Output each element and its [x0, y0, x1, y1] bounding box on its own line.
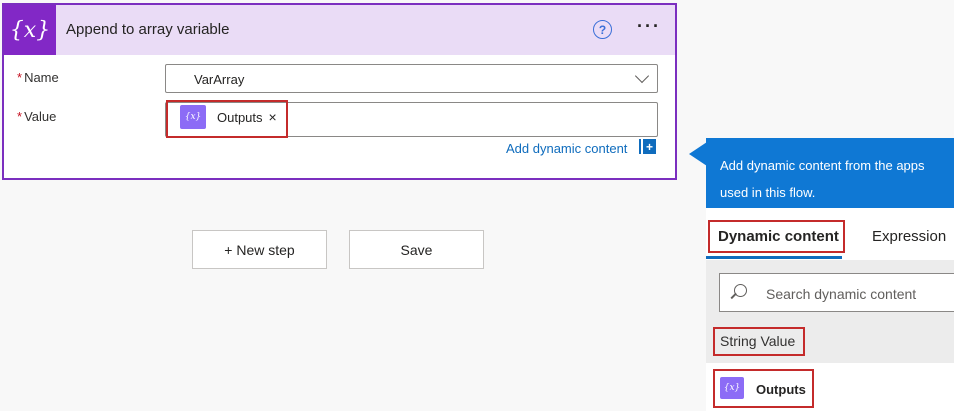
save-button[interactable]: Save — [349, 230, 484, 269]
panel-header-line1: Add dynamic content from the apps — [720, 158, 925, 173]
name-dropdown[interactable]: VarArray — [165, 64, 658, 93]
highlight-string-value — [713, 327, 805, 356]
active-tab-indicator — [706, 256, 842, 259]
card-title: Append to array variable — [66, 21, 230, 38]
highlight-outputs-token — [166, 100, 288, 138]
add-dynamic-content-icon[interactable]: + — [641, 139, 656, 154]
add-dynamic-content-link[interactable]: Add dynamic content — [506, 141, 627, 156]
card-header[interactable]: {x} Append to array variable ? ··· — [4, 5, 675, 55]
chevron-down-icon[interactable] — [634, 68, 650, 84]
name-label-text: Name — [24, 70, 59, 85]
name-value: VarArray — [194, 72, 245, 87]
panel-pointer — [689, 142, 707, 166]
highlight-dynamic-tab — [708, 220, 845, 253]
variable-icon: {x} — [4, 5, 56, 55]
more-options-icon[interactable]: ··· — [637, 16, 661, 37]
highlight-outputs-item — [713, 369, 814, 408]
dynamic-content-panel-header: Add dynamic content from the apps used i… — [706, 138, 954, 208]
panel-header-line2: used in this flow. — [720, 185, 816, 200]
name-field-label: * Name — [17, 70, 59, 85]
required-mark: * — [17, 70, 23, 85]
value-field-label: * Value — [17, 109, 56, 124]
new-step-button[interactable]: + New step — [192, 230, 327, 269]
tab-expression[interactable]: Expression — [872, 228, 946, 245]
value-label-text: Value — [24, 109, 57, 124]
help-icon[interactable]: ? — [593, 20, 612, 39]
search-placeholder: Search dynamic content — [766, 286, 917, 302]
search-icon — [734, 284, 747, 297]
required-mark: * — [17, 109, 23, 124]
search-input[interactable]: Search dynamic content — [719, 273, 954, 312]
